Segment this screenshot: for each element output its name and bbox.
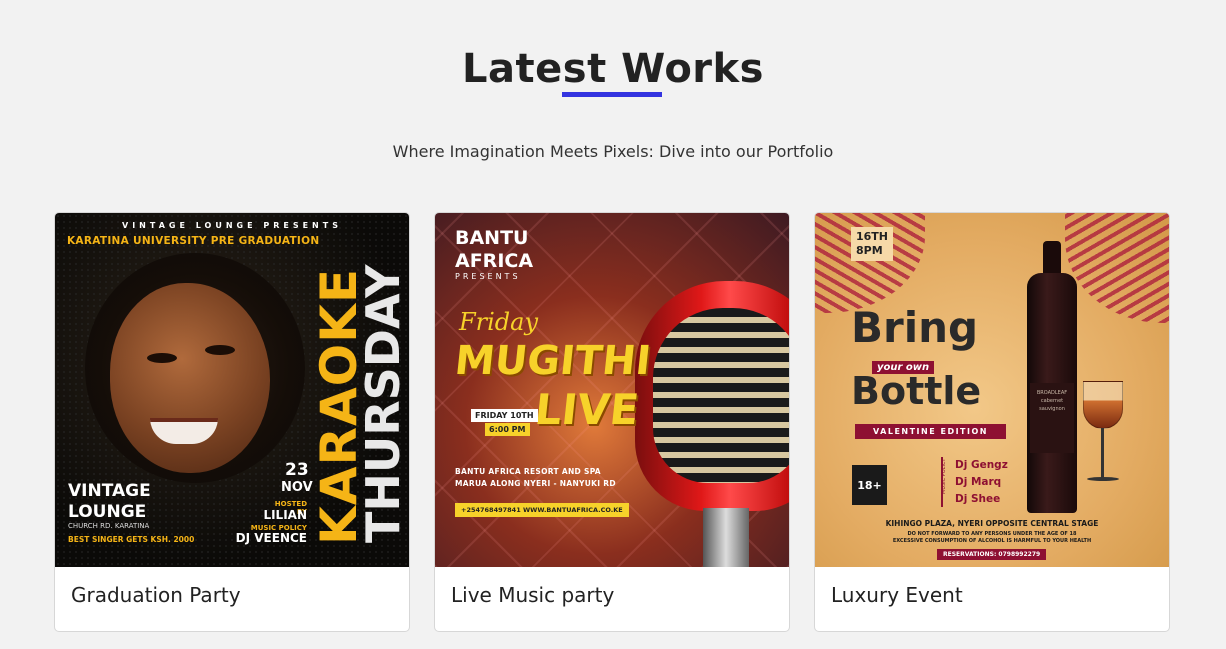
poster-brand-line-1: BANTU [455, 227, 529, 249]
poster-date: 16TH 8PM [851, 227, 894, 261]
microphone-grille [653, 308, 789, 483]
portfolio-image-mugithi-poster[interactable]: BANTU AFRICA PRESENTS Friday MUGITHI LIV… [435, 213, 789, 567]
poster-age-badge: 18+ [852, 465, 887, 505]
card-title[interactable]: Luxury Event [831, 582, 963, 608]
poster-brand-line-2: AFRICA [455, 250, 534, 272]
poster-time: 6:00 PM [485, 423, 530, 436]
card-title[interactable]: Graduation Party [71, 582, 241, 608]
poster-date-line-1: 16TH [856, 230, 889, 243]
portfolio-image-karaoke-poster[interactable]: VINTAGE LOUNGE PRESENTS KARATINA UNIVERS… [55, 213, 409, 567]
card-title[interactable]: Live Music party [451, 582, 614, 608]
poster-venue: VINTAGE LOUNGE [68, 481, 151, 523]
portfolio-card-graduation-party[interactable]: VINTAGE LOUNGE PRESENTS KARATINA UNIVERS… [54, 212, 410, 632]
wine-glass-base [1087, 477, 1119, 481]
poster-event-line: KARATINA UNIVERSITY PRE GRADUATION [67, 235, 320, 247]
poster-face-portrait [110, 283, 270, 473]
poster-venue-line-1: BANTU AFRICA RESORT AND SPA [455, 467, 601, 476]
poster-reservations: RESERVATIONS: 0798992279 [937, 549, 1047, 560]
section-title: Latest Works [462, 46, 764, 92]
poster-date-day: 23 [284, 460, 309, 480]
poster-headline-bring: Bring [851, 303, 979, 352]
poster-presents: PRESENTS [455, 272, 521, 281]
section-subtitle: Where Imagination Meets Pixels: Dive int… [392, 142, 834, 161]
poster-dj-1: Dj Gengz [955, 459, 1008, 471]
poster-venue-line-2: MARUA ALONG NYERI - NANYUKI RD [455, 479, 616, 488]
microphone-stand [703, 508, 749, 567]
poster-venue-line-1: VINTAGE [68, 481, 151, 501]
poster-music-policy-label: MUSIC POLICY [941, 458, 947, 494]
poster-tagline: your own [872, 361, 935, 374]
poster-eye-left [147, 353, 177, 363]
poster-dj-3: Dj Shee [955, 493, 1001, 505]
poster-venue-line-2: LOUNGE [68, 502, 147, 522]
portfolio-image-byob-poster[interactable]: 16TH 8PM Bring Bottle your own VALENTINE… [815, 213, 1169, 567]
wine-glass-icon [1083, 381, 1123, 429]
title-underline [562, 92, 662, 97]
poster-contacts: +254768497841 WWW.BANTUAFRICA.CO.KE [455, 503, 629, 517]
poster-date: 23 NOV [281, 461, 313, 497]
wine-glass-stem [1101, 428, 1104, 478]
palm-leaf-right [1065, 213, 1169, 323]
wine-brand: BROADLEAF [1036, 390, 1068, 396]
poster-address: CHURCH RD. KARATINA [68, 522, 150, 530]
poster-eye-right [205, 345, 235, 355]
poster-day: FRIDAY 10TH [471, 409, 538, 422]
poster-prize: BEST SINGER GETS KSH. 2000 [68, 535, 195, 544]
poster-dj-name: DJ VEENCE [235, 531, 307, 545]
poster-warning-line-2: EXCESSIVE CONSUMPTION OF ALCOHOL IS HARM… [892, 538, 1092, 544]
poster-edition: VALENTINE EDITION [855, 424, 1006, 439]
poster-presents-line: VINTAGE LOUNGE PRESENTS [122, 221, 342, 230]
portfolio-card-live-music-party[interactable]: BANTU AFRICA PRESENTS Friday MUGITHI LIV… [434, 212, 790, 632]
poster-brand: BANTU AFRICA [455, 227, 533, 273]
poster-venue: KIHINGO PLAZA, NYERI OPPOSITE CENTRAL ST… [885, 519, 1099, 528]
poster-headline-karaoke: KARAOKE [310, 267, 368, 545]
poster-dj-2: Dj Marq [955, 476, 1002, 488]
poster-headline-bottle: Bottle [851, 369, 982, 413]
poster-headline-mugithi: MUGITHI [452, 338, 654, 384]
portfolio-card-luxury-event[interactable]: 16TH 8PM Bring Bottle your own VALENTINE… [814, 212, 1170, 632]
poster-warning: DO NOT FORWARD TO ANY PERSONS UNDER THE … [815, 531, 1169, 545]
poster-host-name: LILIAN [263, 508, 307, 522]
poster-dj-list: Dj Gengz Dj Marq Dj Shee [955, 457, 1008, 508]
poster-headline-thursday: THURSDAY [356, 264, 409, 543]
poster-date-month: NOV [281, 480, 313, 495]
poster-warning-line-1: DO NOT FORWARD TO ANY PERSONS UNDER THE … [907, 531, 1077, 537]
poster-date-line-2: 8PM [856, 244, 883, 257]
wine-type: cabernet sauvignon [1039, 398, 1065, 412]
poster-headline-live: LIVE [532, 385, 642, 434]
wine-bottle-label: BROADLEAF cabernet sauvignon [1030, 383, 1074, 453]
poster-script-friday: Friday [459, 308, 539, 336]
poster-venue: BANTU AFRICA RESORT AND SPA MARUA ALONG … [455, 466, 616, 490]
